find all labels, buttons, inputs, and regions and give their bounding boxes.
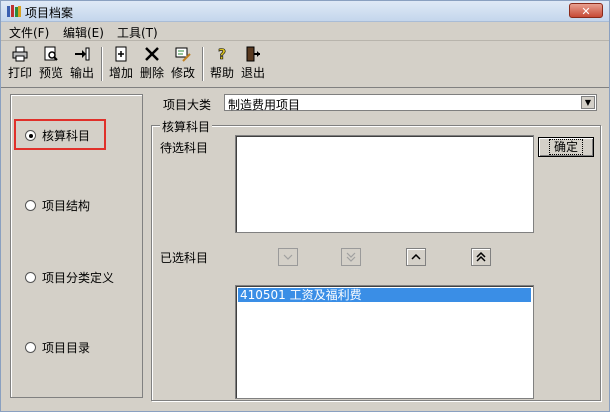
option-project-category[interactable]: 项目分类定义: [25, 269, 114, 286]
help-button[interactable]: ? 帮助: [207, 45, 237, 85]
confirm-label: 确定: [548, 139, 583, 155]
exit-door-icon: [246, 46, 260, 62]
exit-button[interactable]: 退出: [238, 45, 268, 85]
app-books-icon: [7, 5, 21, 17]
radio-icon: [25, 200, 36, 211]
modify-pencil-icon: [175, 47, 191, 62]
toolbar-separator: [202, 47, 204, 81]
project-archive-window: 项目档案 ✕ 文件(F) 编辑(E) 工具(T) 打印 预览 输出 增加 删除: [0, 0, 610, 412]
list-item[interactable]: 410501 工资及福利费: [238, 288, 531, 302]
category-value: 制造费用项目: [228, 98, 301, 112]
category-label: 项目大类: [163, 98, 212, 112]
preview-magnifier-icon: [44, 46, 58, 61]
preview-button[interactable]: 预览: [36, 45, 66, 85]
window-title: 项目档案: [25, 6, 74, 20]
print-label: 打印: [7, 66, 32, 80]
close-icon: ✕: [581, 5, 591, 18]
chevron-up-icon: [411, 253, 421, 260]
group-title: 核算科目: [160, 118, 213, 135]
move-down-button[interactable]: [278, 248, 298, 266]
export-label: 输出: [69, 66, 94, 80]
add-button[interactable]: 增加: [106, 45, 136, 85]
menu-tools[interactable]: 工具(T): [117, 24, 158, 41]
confirm-button[interactable]: 确定: [538, 137, 594, 157]
help-question-icon: ?: [218, 47, 227, 62]
option-label: 项目结构: [42, 199, 91, 213]
dropdown-arrow-icon[interactable]: ▼: [581, 96, 595, 109]
option-label: 项目目录: [42, 341, 91, 355]
menu-bar: 文件(F) 编辑(E) 工具(T): [1, 22, 609, 41]
add-document-icon: [115, 46, 127, 62]
close-button[interactable]: ✕: [569, 3, 603, 18]
delete-label: 删除: [139, 66, 164, 80]
radio-icon: [25, 272, 36, 283]
svg-text:?: ?: [218, 47, 226, 62]
category-select[interactable]: 制造费用项目 ▼: [224, 94, 597, 112]
double-chevron-down-icon: [346, 252, 356, 262]
move-up-button[interactable]: [406, 248, 426, 266]
delete-x-icon: [145, 47, 159, 61]
option-label: 项目分类定义: [42, 271, 115, 285]
export-arrow-icon: [75, 47, 90, 61]
modify-label: 修改: [170, 66, 195, 80]
exit-label: 退出: [240, 66, 265, 80]
move-all-up-button[interactable]: [471, 248, 491, 266]
selected-list[interactable]: 410501 工资及福利费: [235, 285, 534, 399]
modify-button[interactable]: 修改: [168, 45, 198, 85]
candidates-list[interactable]: [235, 135, 534, 233]
menu-edit[interactable]: 编辑(E): [63, 24, 104, 41]
chevron-down-icon: [283, 254, 293, 260]
toolbar-separator: [101, 47, 103, 81]
toolbar: 打印 预览 输出 增加 删除 修改 ? 帮助 退出: [1, 41, 609, 88]
printer-icon: [12, 46, 28, 62]
move-all-down-button[interactable]: [341, 248, 361, 266]
help-label: 帮助: [209, 66, 234, 80]
double-chevron-up-icon: [476, 251, 486, 262]
menu-file[interactable]: 文件(F): [9, 24, 49, 41]
option-project-catalog[interactable]: 项目目录: [25, 339, 90, 356]
add-label: 增加: [108, 66, 133, 80]
export-button[interactable]: 输出: [67, 45, 97, 85]
title-bar: 项目档案 ✕: [1, 1, 609, 22]
print-button[interactable]: 打印: [5, 45, 35, 85]
selection-highlight: [14, 119, 106, 150]
selected-label: 已选科目: [160, 251, 209, 265]
radio-icon: [25, 342, 36, 353]
delete-button[interactable]: 删除: [137, 45, 167, 85]
preview-label: 预览: [38, 66, 63, 80]
candidates-label: 待选科目: [160, 141, 209, 155]
option-project-structure[interactable]: 项目结构: [25, 197, 90, 214]
